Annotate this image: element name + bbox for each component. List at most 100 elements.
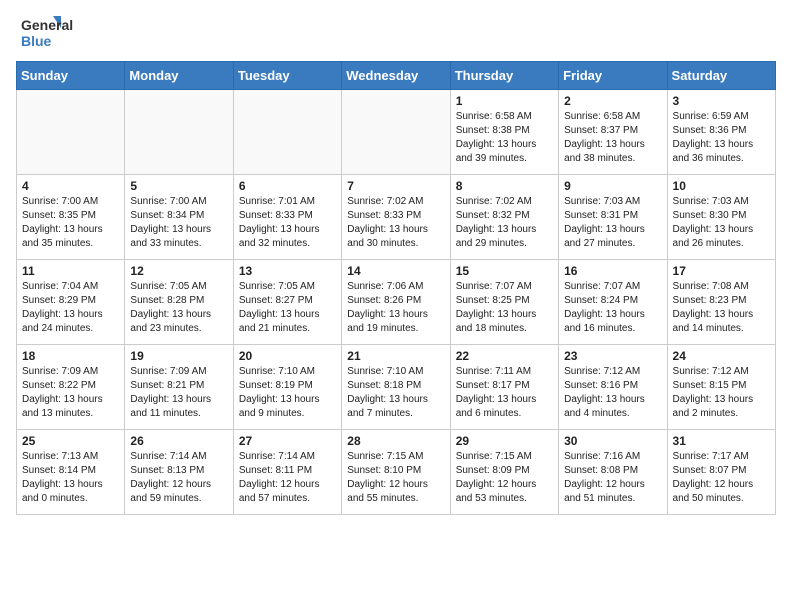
- day-info: Sunrise: 7:05 AM Sunset: 8:28 PM Dayligh…: [130, 280, 227, 336]
- calendar-cell: 12 Sunrise: 7:05 AM Sunset: 8:28 PM Dayli…: [125, 260, 233, 345]
- svg-text:General: General: [21, 17, 73, 33]
- day-number: 21: [347, 349, 444, 363]
- day-info: Sunrise: 7:03 AM Sunset: 8:30 PM Dayligh…: [673, 195, 770, 251]
- day-info: Sunrise: 7:09 AM Sunset: 8:22 PM Dayligh…: [22, 365, 119, 421]
- calendar-cell: 21Sunrise: 7:10 AM Sunset: 8:18 PM Dayli…: [342, 345, 450, 430]
- week-row-1: 1Sunrise: 6:58 AM Sunset: 8:38 PM Daylig…: [17, 90, 776, 175]
- calendar-cell: 22Sunrise: 7:11 AM Sunset: 8:17 PM Dayli…: [450, 345, 558, 430]
- day-number: 30: [564, 434, 661, 448]
- day-info: Sunrise: 7:04 AM Sunset: 8:29 PM Dayligh…: [22, 280, 119, 336]
- week-row-2: 4Sunrise: 7:00 AM Sunset: 8:35 PM Daylig…: [17, 175, 776, 260]
- calendar-cell: [342, 90, 450, 175]
- day-number: 5: [130, 179, 227, 193]
- day-number: 26: [130, 434, 227, 448]
- calendar-header-sunday: Sunday: [17, 62, 125, 90]
- week-row-3: 11Sunrise: 7:04 AM Sunset: 8:29 PM Dayli…: [17, 260, 776, 345]
- calendar-cell: 18 Sunrise: 7:09 AM Sunset: 8:22 PM Dayli…: [17, 345, 125, 430]
- header: GeneralBlue: [16, 16, 776, 51]
- calendar-cell: 5 Sunrise: 7:00 AM Sunset: 8:34 PM Daylig…: [125, 175, 233, 260]
- day-number: 16: [564, 264, 661, 278]
- day-number: 3: [673, 94, 770, 108]
- calendar-cell: 23 Sunrise: 7:12 AM Sunset: 8:16 PM Dayli…: [559, 345, 667, 430]
- calendar-header-wednesday: Wednesday: [342, 62, 450, 90]
- week-row-5: 25 Sunrise: 7:13 AM Sunset: 8:14 PM Dayli…: [17, 430, 776, 515]
- day-number: 25: [22, 434, 119, 448]
- day-info: Sunrise: 7:07 AM Sunset: 8:24 PM Dayligh…: [564, 280, 661, 336]
- calendar-cell: 7 Sunrise: 7:02 AM Sunset: 8:33 PM Daylig…: [342, 175, 450, 260]
- day-number: 2: [564, 94, 661, 108]
- calendar-cell: 27 Sunrise: 7:14 AM Sunset: 8:11 PM Dayli…: [233, 430, 341, 515]
- calendar-cell: [125, 90, 233, 175]
- calendar-table: SundayMondayTuesdayWednesdayThursdayFrid…: [16, 61, 776, 515]
- day-info: Sunrise: 7:10 AM Sunset: 8:19 PM Dayligh…: [239, 365, 336, 421]
- calendar-header-friday: Friday: [559, 62, 667, 90]
- logo-icon: GeneralBlue: [16, 16, 86, 51]
- day-info: Sunrise: 7:15 AM Sunset: 8:10 PM Dayligh…: [347, 450, 444, 506]
- logo: GeneralBlue: [16, 16, 86, 51]
- day-info: Sunrise: 7:14 AM Sunset: 8:13 PM Dayligh…: [130, 450, 227, 506]
- svg-text:Blue: Blue: [21, 33, 52, 49]
- day-info: Sunrise: 7:00 AM Sunset: 8:34 PM Dayligh…: [130, 195, 227, 251]
- day-info: Sunrise: 7:08 AM Sunset: 8:23 PM Dayligh…: [673, 280, 770, 336]
- day-number: 19: [130, 349, 227, 363]
- day-number: 17: [673, 264, 770, 278]
- calendar-cell: 11Sunrise: 7:04 AM Sunset: 8:29 PM Dayli…: [17, 260, 125, 345]
- calendar-header-thursday: Thursday: [450, 62, 558, 90]
- day-number: 31: [673, 434, 770, 448]
- calendar-header-tuesday: Tuesday: [233, 62, 341, 90]
- day-info: Sunrise: 7:06 AM Sunset: 8:26 PM Dayligh…: [347, 280, 444, 336]
- day-number: 24: [673, 349, 770, 363]
- calendar-cell: 17 Sunrise: 7:08 AM Sunset: 8:23 PM Dayli…: [667, 260, 775, 345]
- calendar-cell: 4Sunrise: 7:00 AM Sunset: 8:35 PM Daylig…: [17, 175, 125, 260]
- day-number: 10: [673, 179, 770, 193]
- day-info: Sunrise: 7:02 AM Sunset: 8:32 PM Dayligh…: [456, 195, 553, 251]
- day-number: 15: [456, 264, 553, 278]
- day-number: 8: [456, 179, 553, 193]
- day-info: Sunrise: 7:16 AM Sunset: 8:08 PM Dayligh…: [564, 450, 661, 506]
- calendar-cell: [17, 90, 125, 175]
- day-info: Sunrise: 7:11 AM Sunset: 8:17 PM Dayligh…: [456, 365, 553, 421]
- calendar-cell: 19Sunrise: 7:09 AM Sunset: 8:21 PM Dayli…: [125, 345, 233, 430]
- day-number: 14: [347, 264, 444, 278]
- day-number: 23: [564, 349, 661, 363]
- day-number: 13: [239, 264, 336, 278]
- day-info: Sunrise: 6:59 AM Sunset: 8:36 PM Dayligh…: [673, 110, 770, 166]
- day-info: Sunrise: 7:03 AM Sunset: 8:31 PM Dayligh…: [564, 195, 661, 251]
- day-number: 18: [22, 349, 119, 363]
- day-number: 28: [347, 434, 444, 448]
- calendar-cell: 31 Sunrise: 7:17 AM Sunset: 8:07 PM Dayli…: [667, 430, 775, 515]
- calendar-header-saturday: Saturday: [667, 62, 775, 90]
- calendar-cell: 15 Sunrise: 7:07 AM Sunset: 8:25 PM Dayli…: [450, 260, 558, 345]
- day-number: 12: [130, 264, 227, 278]
- day-info: Sunrise: 7:12 AM Sunset: 8:16 PM Dayligh…: [564, 365, 661, 421]
- day-info: Sunrise: 7:14 AM Sunset: 8:11 PM Dayligh…: [239, 450, 336, 506]
- calendar-cell: 14 Sunrise: 7:06 AM Sunset: 8:26 PM Dayli…: [342, 260, 450, 345]
- calendar-cell: 30 Sunrise: 7:16 AM Sunset: 8:08 PM Dayli…: [559, 430, 667, 515]
- day-info: Sunrise: 6:58 AM Sunset: 8:37 PM Dayligh…: [564, 110, 661, 166]
- calendar-cell: 16 Sunrise: 7:07 AM Sunset: 8:24 PM Dayli…: [559, 260, 667, 345]
- day-info: Sunrise: 7:01 AM Sunset: 8:33 PM Dayligh…: [239, 195, 336, 251]
- calendar-cell: 9 Sunrise: 7:03 AM Sunset: 8:31 PM Daylig…: [559, 175, 667, 260]
- week-row-4: 18 Sunrise: 7:09 AM Sunset: 8:22 PM Dayli…: [17, 345, 776, 430]
- calendar-cell: 26 Sunrise: 7:14 AM Sunset: 8:13 PM Dayli…: [125, 430, 233, 515]
- day-number: 9: [564, 179, 661, 193]
- day-number: 27: [239, 434, 336, 448]
- calendar-cell: 2 Sunrise: 6:58 AM Sunset: 8:37 PM Daylig…: [559, 90, 667, 175]
- calendar-cell: 29Sunrise: 7:15 AM Sunset: 8:09 PM Dayli…: [450, 430, 558, 515]
- calendar-cell: [233, 90, 341, 175]
- calendar-cell: 8 Sunrise: 7:02 AM Sunset: 8:32 PM Daylig…: [450, 175, 558, 260]
- day-number: 29: [456, 434, 553, 448]
- day-number: 1: [456, 94, 553, 108]
- calendar-cell: 10 Sunrise: 7:03 AM Sunset: 8:30 PM Dayli…: [667, 175, 775, 260]
- day-info: Sunrise: 7:17 AM Sunset: 8:07 PM Dayligh…: [673, 450, 770, 506]
- day-number: 20: [239, 349, 336, 363]
- day-info: Sunrise: 7:02 AM Sunset: 8:33 PM Dayligh…: [347, 195, 444, 251]
- calendar-cell: 20 Sunrise: 7:10 AM Sunset: 8:19 PM Dayli…: [233, 345, 341, 430]
- day-number: 7: [347, 179, 444, 193]
- day-info: Sunrise: 7:13 AM Sunset: 8:14 PM Dayligh…: [22, 450, 119, 506]
- calendar-cell: 6 Sunrise: 7:01 AM Sunset: 8:33 PM Daylig…: [233, 175, 341, 260]
- day-number: 4: [22, 179, 119, 193]
- day-info: Sunrise: 7:07 AM Sunset: 8:25 PM Dayligh…: [456, 280, 553, 336]
- day-number: 6: [239, 179, 336, 193]
- calendar-header-row: SundayMondayTuesdayWednesdayThursdayFrid…: [17, 62, 776, 90]
